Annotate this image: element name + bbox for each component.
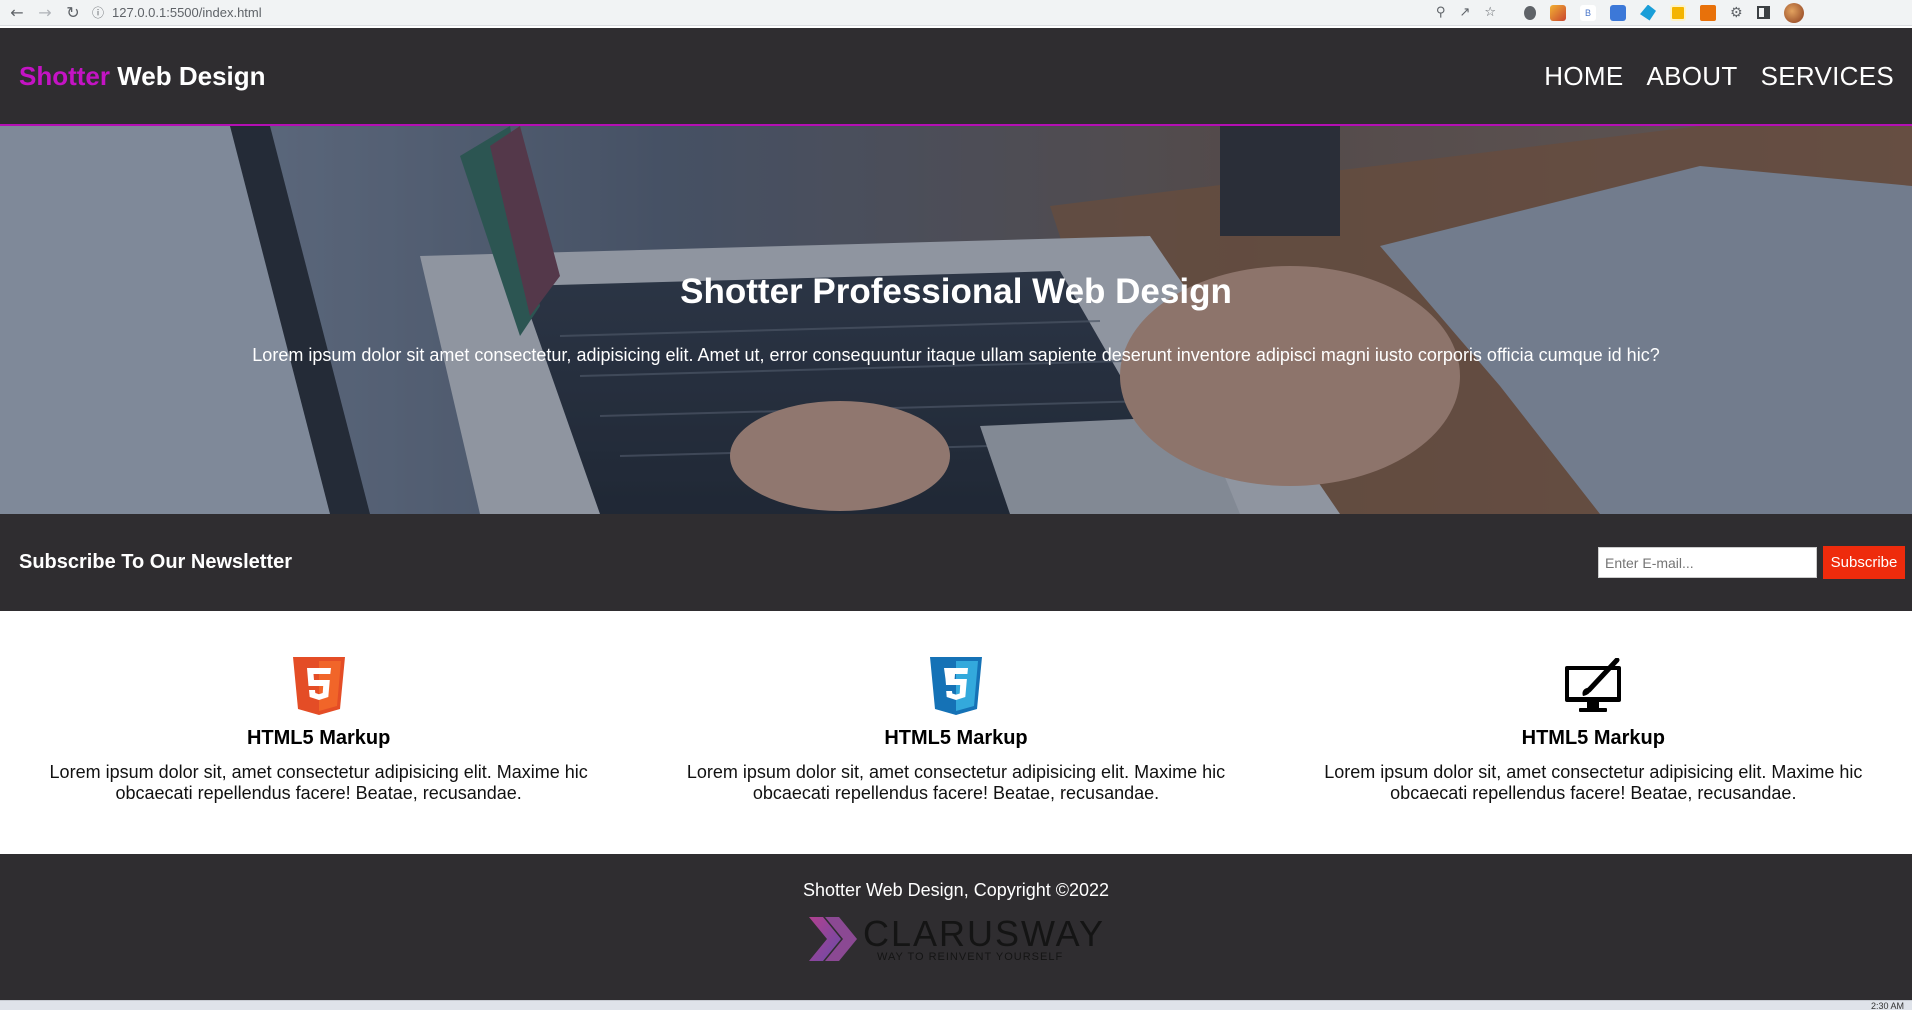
clarusway-chevron-icon (808, 917, 857, 961)
reload-icon[interactable]: ↻ (62, 2, 84, 24)
css3-icon (929, 656, 982, 716)
back-icon[interactable]: ← (6, 2, 28, 24)
url-text[interactable]: 127.0.0.1:5500/index.html (112, 5, 262, 20)
extension-orange-icon[interactable] (1700, 4, 1716, 21)
browser-toolbar: ← → ↻ ⓘ 127.0.0.1:5500/index.html ⚲ ↗ ☆ … (0, 0, 1912, 26)
extensions-icon[interactable]: ⚙ (1730, 5, 1743, 21)
logo-accent: Shotter (19, 60, 110, 91)
html5-icon (292, 656, 345, 716)
logo-text: Web Design (110, 60, 266, 91)
nav-services-link[interactable]: SERVICES (1761, 61, 1894, 92)
feature-text: Lorem ipsum dolor sit, amet consectetur … (686, 762, 1226, 803)
nav-home-link[interactable]: HOME (1544, 61, 1623, 92)
profile-avatar[interactable] (1783, 2, 1804, 23)
extension-dropper-icon[interactable] (1550, 4, 1566, 21)
main-nav: HOME ABOUT SERVICES (1544, 61, 1894, 92)
info-icon[interactable]: ⓘ (92, 4, 104, 21)
features-section: HTML5 Markup Lorem ipsum dolor sit, amet… (0, 611, 1912, 854)
site-logo[interactable]: Shotter Web Design (19, 61, 266, 92)
share-icon[interactable]: ↗ (1459, 5, 1470, 20)
feature-title: HTML5 Markup (246, 727, 391, 749)
feature-card: HTML5 Markup Lorem ipsum dolor sit, amet… (637, 611, 1274, 854)
extension-screenshot-icon[interactable] (1610, 4, 1626, 21)
extensions-tray: B ⚙ (1524, 2, 1804, 23)
brand-name: CLARUSWAY (862, 912, 1106, 954)
extension-b-icon[interactable]: B (1580, 4, 1596, 21)
feature-title: HTML5 Markup (884, 727, 1028, 749)
nav-about-link[interactable]: ABOUT (1647, 61, 1738, 92)
bookmark-star-icon[interactable]: ☆ (1484, 5, 1496, 20)
copyright-text: Shotter Web Design, Copyright ©2022 (802, 880, 1110, 900)
hero-text: Lorem ipsum dolor sit amet consectetur, … (252, 345, 1660, 365)
brand-tagline: WAY TO REINVENT YOURSELF (876, 950, 1064, 963)
extension-notes-icon[interactable] (1670, 4, 1686, 21)
hero-section: Shotter Professional Web Design Lorem ip… (0, 126, 1912, 514)
subscribe-form: Subscribe (1598, 546, 1905, 579)
email-input[interactable] (1598, 547, 1817, 578)
subscribe-button[interactable]: Subscribe (1823, 546, 1905, 579)
feature-text: Lorem ipsum dolor sit, amet consectetur … (49, 762, 588, 803)
newsletter-section: Subscribe To Our Newsletter Subscribe (0, 514, 1912, 611)
feature-title: HTML5 Markup (1521, 727, 1665, 749)
zoom-icon[interactable]: ⚲ (1436, 5, 1446, 20)
os-taskbar: 2:30 AM (0, 1000, 1912, 1011)
hero-title: Shotter Professional Web Design (680, 272, 1232, 311)
address-bar[interactable]: ⓘ 127.0.0.1:5500/index.html ⚲ ↗ ☆ (92, 1, 1502, 24)
site-footer: Shotter Web Design, Copyright ©2022 CLAR… (0, 854, 1912, 1000)
feature-card: HTML5 Markup Lorem ipsum dolor sit, amet… (0, 611, 637, 854)
extension-bird-icon[interactable] (1640, 4, 1656, 21)
side-panel-icon[interactable] (1756, 6, 1770, 19)
feature-text: Lorem ipsum dolor sit, amet consectetur … (1324, 762, 1863, 803)
clarusway-logo: CLARUSWAY WAY TO REINVENT YOURSELF (807, 911, 1105, 967)
newsletter-title: Subscribe To Our Newsletter (19, 551, 293, 573)
hero-overlay (0, 126, 1912, 514)
monitor-brush-icon (1563, 656, 1623, 716)
site-header: Shotter Web Design HOME ABOUT SERVICES (0, 28, 1912, 126)
extension-bug-icon[interactable] (1524, 5, 1536, 20)
feature-card: HTML5 Markup Lorem ipsum dolor sit, amet… (1275, 611, 1912, 854)
forward-icon[interactable]: → (34, 2, 56, 24)
